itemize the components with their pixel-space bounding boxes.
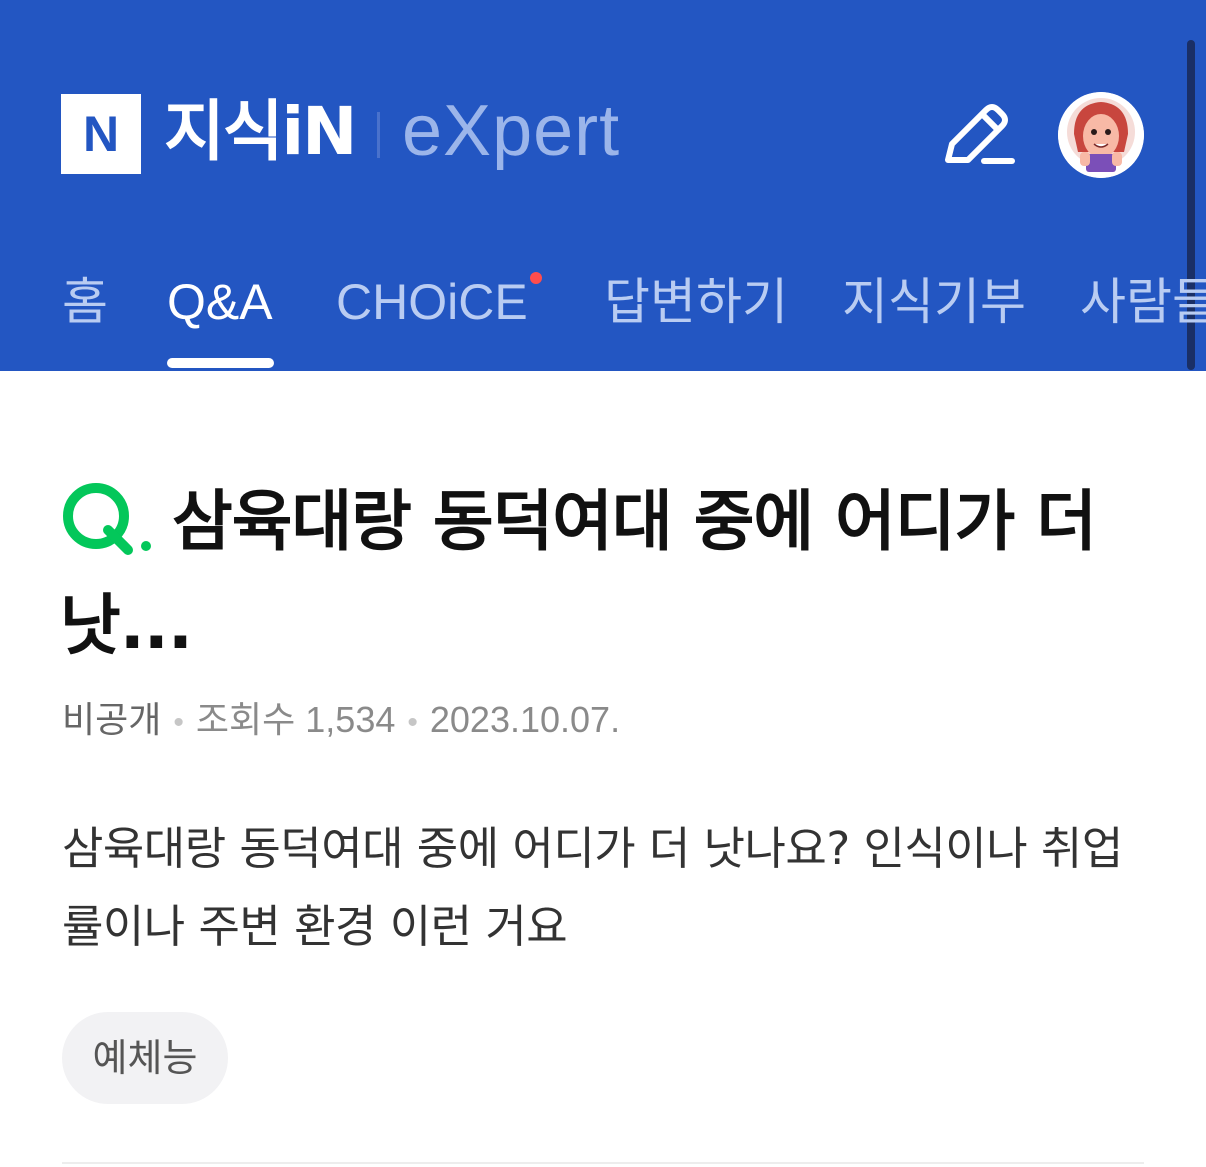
write-button[interactable] [940,98,1016,168]
meta-separator: • [407,706,418,739]
views-label: 조회수 [195,699,296,740]
tab-home[interactable]: 홈 [62,272,108,332]
tab-choice[interactable]: CHOiCE [336,272,528,332]
tab-donation[interactable]: 지식기부 [842,272,1026,332]
author: 비공개 [62,699,162,740]
category-tag[interactable]: 예체능 [62,1012,228,1104]
tab-answer[interactable]: 답변하기 [604,272,788,332]
divider [62,1162,1144,1164]
tab-qna[interactable]: Q&A [167,272,273,332]
avatar-character-icon [1058,92,1144,178]
question-title: 삼육대랑 동덕여대 중에 어디가 더 낫... [60,483,1097,664]
expert-link[interactable]: eXpert [402,86,620,176]
notification-dot [530,272,542,284]
post-date: 2023.10.07. [429,699,621,740]
main-tabs: 홈 Q&A CHOiCE 답변하기 지식기부 사람들 [0,262,1206,371]
brand-title[interactable]: 지식iN [164,92,357,172]
brand-separator [377,112,380,158]
logo-letter: N [82,106,120,162]
profile-avatar[interactable] [1058,92,1144,178]
naver-logo[interactable]: N [61,94,141,174]
tab-people[interactable]: 사람들 [1080,272,1206,332]
pencil-icon [945,104,1015,164]
meta-separator: • [173,706,184,739]
question-body: 삼육대랑 동덕여대 중에 어디가 더 낫나요? 인식이나 취업률이나 주변 환경… [62,822,1123,953]
views-count: 1,534 [305,699,396,740]
question-meta: 비공개 • 조회수 1,534 • 2023.10.07. [62,694,620,746]
active-tab-indicator [167,358,274,368]
app-header: N 지식iN eXpert 홈 Q&A CHOiCE 답변하기 지식기부 사람들 [0,0,1206,371]
